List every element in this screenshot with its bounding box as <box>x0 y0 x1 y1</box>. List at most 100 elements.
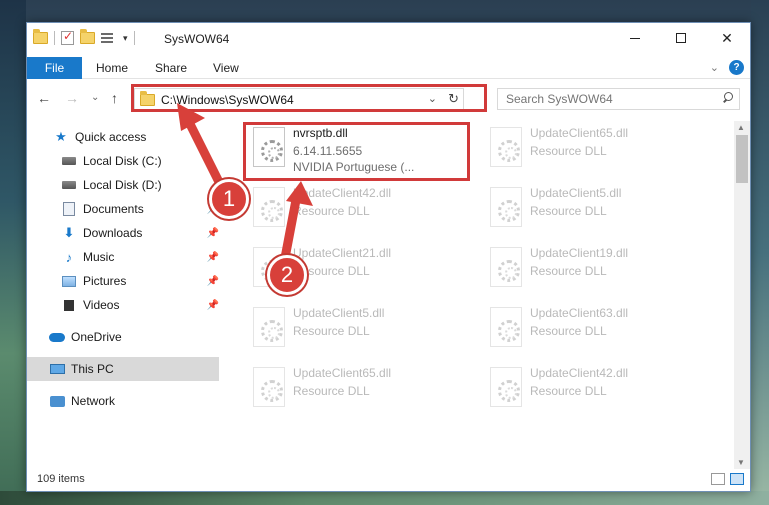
cloud-icon <box>49 330 65 344</box>
disk-icon <box>61 154 77 168</box>
tab-home[interactable]: Home <box>96 61 128 75</box>
help-icon[interactable]: ? <box>729 60 744 75</box>
scroll-up-icon[interactable]: ▲ <box>737 123 745 132</box>
customize-toolbar-icon[interactable] <box>101 32 117 44</box>
toolbar-divider <box>133 31 135 45</box>
file-description: Resource DLL <box>530 204 607 218</box>
disk-icon <box>61 178 77 192</box>
sidebar-item-label: Documents <box>83 202 144 216</box>
minimize-icon <box>630 37 640 39</box>
new-folder-icon[interactable] <box>80 29 95 44</box>
file-name: UpdateClient65.dll <box>530 126 629 140</box>
star-icon: ★ <box>55 129 67 144</box>
sidebar-item-label: OneDrive <box>71 330 122 344</box>
tab-file[interactable]: File <box>27 57 82 79</box>
sidebar-item-pictures[interactable]: Pictures 📌 <box>27 269 219 293</box>
desktop-background-bottom <box>0 491 769 505</box>
pin-icon[interactable]: 📌 <box>207 228 219 239</box>
file-name: UpdateClient19.dll <box>530 246 629 260</box>
file-name: UpdateClient5.dll <box>530 186 622 200</box>
toolbar-dropdown-icon[interactable]: ▾ <box>123 33 128 44</box>
file-item[interactable]: UpdateClient5.dll Resource DLL <box>245 301 467 357</box>
file-description: Resource DLL <box>530 324 607 338</box>
dll-file-icon <box>490 367 522 407</box>
file-name: UpdateClient42.dll <box>293 186 392 200</box>
file-description: Resource DLL <box>293 204 370 218</box>
details-view-icon[interactable] <box>711 473 725 485</box>
up-button[interactable]: ↑ <box>111 90 118 106</box>
file-description: Resource DLL <box>530 264 607 278</box>
view-toggle <box>711 473 744 485</box>
sidebar-item-label: Pictures <box>83 274 127 288</box>
desktop-background-right <box>751 0 769 505</box>
item-count: 109 items <box>37 473 85 485</box>
scroll-thumb[interactable] <box>736 135 748 183</box>
address-highlight-box <box>131 84 487 112</box>
back-button[interactable]: ← <box>37 90 51 106</box>
scroll-down-icon[interactable]: ▼ <box>737 458 745 467</box>
file-name: UpdateClient5.dll <box>293 306 385 320</box>
sidebar-item-this-pc[interactable]: This PC <box>27 357 219 381</box>
sidebar-item-label: Music <box>83 250 115 264</box>
properties-check-icon[interactable] <box>61 29 74 45</box>
large-icons-view-icon[interactable] <box>730 473 744 485</box>
title-bar: ▾ SysWOW64 ✕ <box>27 23 750 55</box>
dll-file-icon <box>253 307 285 347</box>
sidebar-item-label: This PC <box>71 362 114 376</box>
pin-icon[interactable]: 📌 <box>207 252 219 263</box>
sidebar-item-label: Local Disk (D:) <box>83 178 162 192</box>
status-bar: 109 items <box>27 469 750 491</box>
search-input[interactable] <box>506 92 706 106</box>
ribbon-right-controls: ⌄ ? <box>710 60 744 75</box>
vertical-scrollbar[interactable]: ▲ ▼ <box>734 121 750 469</box>
file-item[interactable]: UpdateClient5.dll Resource DLL <box>482 181 704 237</box>
network-icon <box>49 394 65 408</box>
sidebar-item-downloads[interactable]: ⬇ Downloads 📌 <box>27 221 219 245</box>
tab-share[interactable]: Share <box>155 61 187 75</box>
sidebar-item-local-disk-c[interactable]: Local Disk (C:) <box>27 149 219 173</box>
file-name: UpdateClient65.dll <box>293 366 392 380</box>
minimize-button[interactable] <box>612 23 658 53</box>
sidebar-item-network[interactable]: Network <box>27 389 219 413</box>
search-box[interactable] <box>497 88 740 110</box>
file-item[interactable]: UpdateClient19.dll Resource DLL <box>482 241 704 297</box>
file-item[interactable]: UpdateClient63.dll Resource DLL <box>482 301 704 357</box>
file-item[interactable]: UpdateClient42.dll Resource DLL <box>245 181 467 237</box>
dll-file-icon <box>253 187 285 227</box>
folder-icon[interactable] <box>33 29 48 44</box>
expand-ribbon-icon[interactable]: ⌄ <box>710 61 719 74</box>
maximize-button[interactable] <box>658 23 704 53</box>
step-2-badge: 2 <box>267 255 307 295</box>
dll-file-icon <box>490 247 522 287</box>
sidebar-item-local-disk-d[interactable]: Local Disk (D:) <box>27 173 219 197</box>
sidebar-item-onedrive[interactable]: OneDrive <box>27 325 219 349</box>
file-description: Resource DLL <box>530 144 607 158</box>
recent-locations-icon[interactable]: ⌄ <box>91 92 99 103</box>
sidebar-item-quick-access[interactable]: ★ Quick access <box>27 125 219 149</box>
sidebar-item-music[interactable]: ♪ Music 📌 <box>27 245 219 269</box>
pin-icon[interactable]: 📌 <box>207 276 219 287</box>
sidebar-item-label: Downloads <box>83 226 143 240</box>
maximize-icon <box>676 33 686 43</box>
file-highlight-box <box>243 122 470 181</box>
quick-access-toolbar: ▾ <box>33 29 135 45</box>
document-icon <box>61 202 77 216</box>
pc-icon <box>49 362 65 376</box>
file-name: UpdateClient63.dll <box>530 306 629 320</box>
window-controls: ✕ <box>612 23 750 53</box>
navigation-pane: ★ Quick access Local Disk (C:) Local Dis… <box>27 121 219 461</box>
pin-icon[interactable]: 📌 <box>207 300 219 311</box>
search-icon[interactable] <box>722 92 733 103</box>
close-button[interactable]: ✕ <box>704 23 750 53</box>
sidebar-item-videos[interactable]: Videos 📌 <box>27 293 219 317</box>
step-1-badge: 1 <box>209 179 249 219</box>
file-item[interactable]: UpdateClient65.dll Resource DLL <box>245 361 467 417</box>
tab-view[interactable]: View <box>213 61 239 75</box>
sidebar-item-label: Network <box>71 394 116 408</box>
close-icon: ✕ <box>721 29 733 46</box>
file-item[interactable]: UpdateClient42.dll Resource DLL <box>482 361 704 417</box>
file-item[interactable]: UpdateClient65.dll Resource DLL <box>482 121 704 177</box>
sidebar-item-documents[interactable]: Documents 📌 <box>27 197 219 221</box>
forward-button[interactable]: → <box>65 90 79 106</box>
sidebar-item-label: Videos <box>83 298 120 312</box>
